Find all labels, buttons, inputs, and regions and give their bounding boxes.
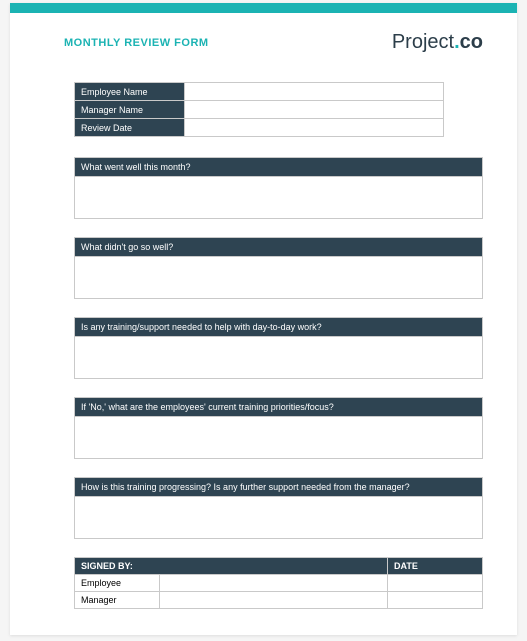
label-review-date: Review Date (75, 119, 185, 137)
table-row: Manager Name (75, 101, 444, 119)
answer-not-well[interactable] (74, 257, 483, 299)
question-progress: How is this training progressing? Is any… (74, 477, 483, 497)
question-not-well: What didn't go so well? (74, 237, 483, 257)
question-training-needed: Is any training/support needed to help w… (74, 317, 483, 337)
answer-progress[interactable] (74, 497, 483, 539)
section-progress: How is this training progressing? Is any… (74, 477, 483, 539)
info-table: Employee Name Manager Name Review Date (74, 82, 444, 137)
label-employee-name: Employee Name (75, 83, 185, 101)
input-employee-signature[interactable] (160, 575, 388, 592)
answer-went-well[interactable] (74, 177, 483, 219)
table-row: Manager (75, 592, 483, 609)
label-employee-sign: Employee (75, 575, 160, 592)
label-manager-sign: Manager (75, 592, 160, 609)
top-accent-bar (10, 3, 517, 13)
table-row: Review Date (75, 119, 444, 137)
content: Employee Name Manager Name Review Date W… (10, 54, 517, 619)
input-manager-name[interactable] (185, 101, 444, 119)
section-priorities: If 'No,' what are the employees' current… (74, 397, 483, 459)
input-employee-name[interactable] (185, 83, 444, 101)
table-row: Employee Name (75, 83, 444, 101)
question-went-well: What went well this month? (74, 157, 483, 177)
header-signed-by: SIGNED BY: (75, 558, 388, 575)
question-priorities: If 'No,' what are the employees' current… (74, 397, 483, 417)
header-date: DATE (388, 558, 483, 575)
section-not-well: What didn't go so well? (74, 237, 483, 299)
table-row: SIGNED BY: DATE (75, 558, 483, 575)
answer-priorities[interactable] (74, 417, 483, 459)
logo-text-bold: co (460, 31, 483, 53)
section-training-needed: Is any training/support needed to help w… (74, 317, 483, 379)
input-manager-date[interactable] (388, 592, 483, 609)
table-row: Employee (75, 575, 483, 592)
logo-text-light: Project (392, 31, 454, 53)
input-review-date[interactable] (185, 119, 444, 137)
section-went-well: What went well this month? (74, 157, 483, 219)
logo: Project.co (392, 31, 483, 54)
page-title: MONTHLY REVIEW FORM (64, 37, 209, 49)
header: MONTHLY REVIEW FORM Project.co (10, 13, 517, 54)
input-employee-date[interactable] (388, 575, 483, 592)
answer-training-needed[interactable] (74, 337, 483, 379)
signoff-table: SIGNED BY: DATE Employee Manager (74, 557, 483, 609)
page: MONTHLY REVIEW FORM Project.co Employee … (10, 3, 517, 635)
input-manager-signature[interactable] (160, 592, 388, 609)
label-manager-name: Manager Name (75, 101, 185, 119)
